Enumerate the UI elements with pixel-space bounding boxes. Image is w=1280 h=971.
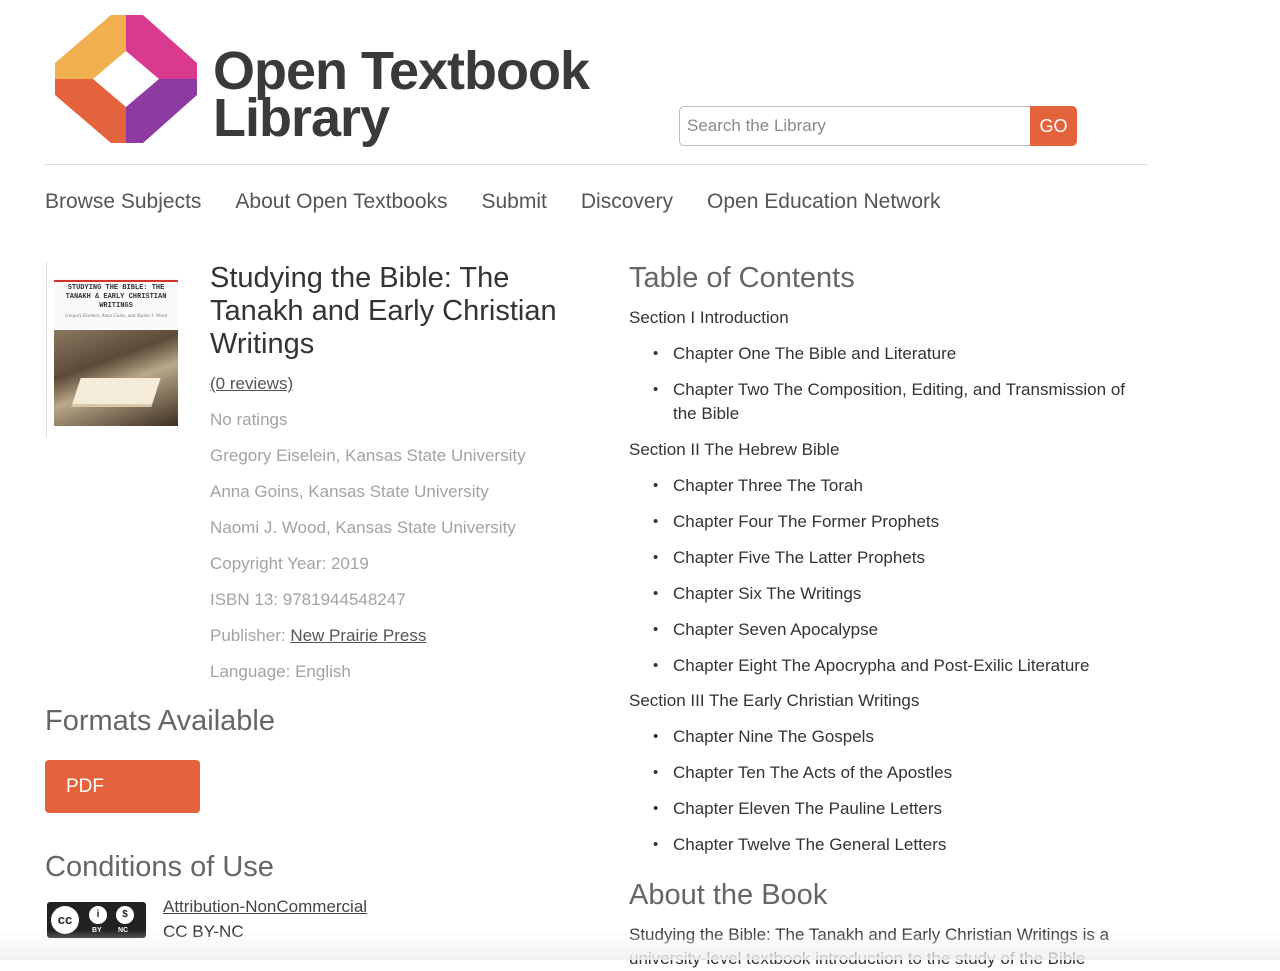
copyright-year: Copyright Year: 2019: [210, 554, 369, 573]
main-nav: Browse Subjects About Open Textbooks Sub…: [45, 186, 975, 218]
toc-chapter-9: Chapter Nine The Gospels: [653, 725, 1153, 749]
toc-section-2: Section II The Hebrew Bible: [629, 440, 840, 459]
toc-chapter-3: Chapter Three The Torah: [653, 474, 1153, 498]
nav-discovery[interactable]: Discovery: [581, 186, 673, 218]
conditions-heading: Conditions of Use: [45, 851, 274, 883]
bottom-fade: [0, 930, 1280, 960]
search-input[interactable]: [679, 106, 1030, 146]
search-go-button[interactable]: GO: [1030, 106, 1077, 146]
publisher-link[interactable]: New Prairie Press: [290, 626, 426, 645]
open-textbook-library-logo-icon[interactable]: [55, 15, 197, 143]
publisher-line: Publisher: New Prairie Press: [210, 625, 426, 647]
site-logo-text[interactable]: Open Textbook Library: [213, 44, 590, 148]
about-heading: About the Book: [629, 879, 828, 911]
cover-authors: Gregory Eiselein, Anna Goins, and Naomi …: [64, 314, 168, 319]
noncommercial-icon: $: [116, 906, 134, 924]
cover-rule: [54, 280, 178, 282]
open-book-illustration: [71, 378, 161, 407]
toc-chapter-10: Chapter Ten The Acts of the Apostles: [653, 761, 1153, 785]
attribution-icon: i: [89, 906, 107, 924]
logo-line-2: Library: [213, 88, 390, 148]
toc-chapter-1: Chapter One The Bible and Literature: [653, 342, 1153, 366]
book-title: Studying the Bible: The Tanakh and Early…: [210, 262, 557, 360]
ratings-text: No ratings: [210, 410, 288, 429]
nav-about-open-textbooks[interactable]: About Open Textbooks: [235, 186, 447, 218]
toc-chapter-8: Chapter Eight The Apocrypha and Post-Exi…: [653, 654, 1153, 678]
formats-heading: Formats Available: [45, 705, 275, 737]
toc-section-1: Section I Introduction: [629, 308, 789, 327]
reviews-link[interactable]: (0 reviews): [210, 374, 293, 393]
search-form: GO: [679, 106, 1077, 146]
site-header: Open Textbook Library GO: [0, 0, 1280, 165]
toc-chapter-5: Chapter Five The Latter Prophets: [653, 546, 1153, 570]
author-3: Naomi J. Wood, Kansas State University: [210, 518, 516, 537]
toc-chapter-4: Chapter Four The Former Prophets: [653, 510, 1153, 534]
header-divider: [45, 164, 1148, 165]
publisher-label: Publisher:: [210, 626, 291, 645]
toc-chapter-2: Chapter Two The Composition, Editing, an…: [653, 378, 1153, 426]
toc-chapter-12: Chapter Twelve The General Letters: [653, 833, 1153, 857]
book-cover-image: STUDYING THE BIBLE: THE TANAKH & EARLY C…: [46, 262, 185, 438]
cover-page: STUDYING THE BIBLE: THE TANAKH & EARLY C…: [54, 278, 178, 426]
cover-photo: [54, 330, 178, 426]
reviews-line: (0 reviews): [210, 373, 293, 395]
author-1: Gregory Eiselein, Kansas State Universit…: [210, 446, 526, 465]
toc-heading: Table of Contents: [629, 262, 855, 294]
nav-submit[interactable]: Submit: [482, 186, 547, 218]
toc-chapter-7: Chapter Seven Apocalypse: [653, 618, 1153, 642]
license-link[interactable]: Attribution-NonCommercial: [163, 897, 367, 917]
author-2: Anna Goins, Kansas State University: [210, 482, 489, 501]
nav-open-education-network[interactable]: Open Education Network: [707, 186, 940, 218]
pdf-download-button[interactable]: PDF: [45, 760, 200, 813]
toc-chapter-11: Chapter Eleven The Pauline Letters: [653, 797, 1153, 821]
language: Language: English: [210, 662, 351, 681]
nav-browse-subjects[interactable]: Browse Subjects: [45, 186, 201, 218]
toc-section-3: Section III The Early Christian Writings: [629, 691, 920, 710]
cover-title: STUDYING THE BIBLE: THE TANAKH & EARLY C…: [65, 284, 167, 310]
isbn: ISBN 13: 9781944548247: [210, 590, 406, 609]
toc-chapter-6: Chapter Six The Writings: [653, 582, 1153, 606]
